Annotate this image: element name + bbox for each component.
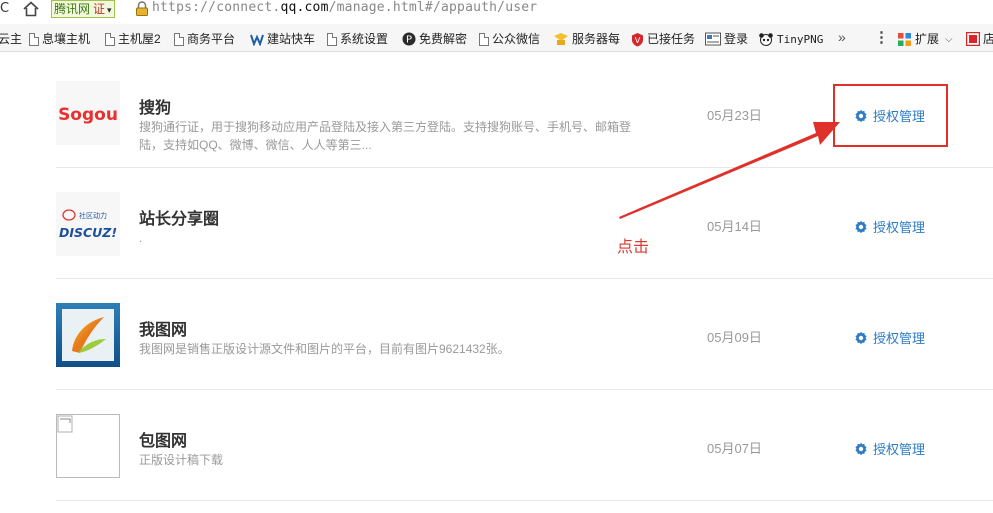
- lock-icon: [136, 1, 148, 16]
- app-description: 我图网是销售正版设计源文件和图片的平台，目前有图片9621432张。: [139, 342, 510, 356]
- manage-authorization-button[interactable]: 授权管理: [854, 439, 925, 458]
- ooopic-logo: [56, 303, 120, 367]
- bookmarks-overflow-button[interactable]: »: [838, 29, 846, 45]
- bookmark-label: 主机屋2: [118, 31, 161, 46]
- chevron-down-icon: ▾: [107, 6, 112, 16]
- svg-text:V: V: [635, 36, 641, 45]
- page-icon: [29, 32, 39, 46]
- url-path: /manage.html#/appauth/user: [328, 0, 538, 15]
- page-icon: [327, 32, 337, 46]
- bookmark-label: 云主: [0, 31, 23, 46]
- bookmark-item[interactable]: 公众微信: [479, 31, 540, 47]
- annotation-highlight-box: [833, 84, 948, 147]
- authorized-date: 05月07日: [707, 441, 762, 456]
- authorized-date: 05月23日: [707, 108, 762, 123]
- svg-text:DISCUZ!: DISCUZ!: [59, 225, 117, 240]
- site-identity-badge[interactable]: 腾讯网证 ▾: [51, 0, 115, 18]
- url-prefix: https://connect.: [152, 0, 281, 15]
- bookmark-item[interactable]: 主机屋2: [105, 31, 161, 47]
- sogou-logo: Sogou: [56, 81, 120, 145]
- bookmark-label: 已接任务: [647, 31, 696, 46]
- app-description: .: [139, 231, 143, 245]
- site-name: 腾讯网: [54, 2, 91, 16]
- authorized-date: 05月14日: [707, 219, 762, 234]
- bookmark-item[interactable]: 建站快车: [250, 31, 315, 47]
- list-item: 我图网 我图网是销售正版设计源文件和图片的平台，目前有图片9621432张。 0…: [56, 279, 993, 390]
- app-name: 包图网: [139, 433, 188, 450]
- bookmark-item[interactable]: P 免费解密: [402, 31, 467, 47]
- app-name: 站长分享圈: [139, 211, 220, 228]
- annotation-text: 点击: [617, 239, 650, 256]
- bookmark-label: 店: [983, 31, 993, 46]
- bookmark-label: 登录: [724, 31, 749, 46]
- manage-authorization-button[interactable]: 授权管理: [854, 217, 925, 236]
- gear-icon: [855, 331, 867, 344]
- bookmark-item[interactable]: 店: [966, 31, 993, 47]
- bookmark-label: 建站快车: [267, 31, 316, 46]
- bookmark-item[interactable]: 服务器每: [553, 31, 620, 47]
- bookmarks-bar: 云主 息壤主机 主机屋2 商务平台 建站快车 系统设置 P 免费解密 公众微信 …: [0, 24, 993, 52]
- list-item: 包图网 正版设计稿下载 05月07日 授权管理: [56, 390, 993, 501]
- page-icon: [479, 32, 489, 46]
- bookmark-label: 公众微信: [492, 31, 541, 46]
- app-description: 搜狗通行证，用于搜狗移动应用产品登陆及接入第三方登陆。支持搜狗账号、手机号、邮箱…: [139, 120, 632, 152]
- gear-icon: [855, 442, 867, 455]
- bookmark-item[interactable]: TinyPNG: [758, 31, 823, 47]
- login-icon: [705, 32, 721, 46]
- manage-authorization-label: 授权管理: [873, 220, 926, 235]
- svg-text:社区动力: 社区动力: [79, 211, 107, 220]
- discuz-logo: 社区动力 DISCUZ!: [56, 192, 120, 256]
- page-icon: [105, 32, 115, 46]
- panda-icon: [759, 33, 773, 46]
- bookmark-label: TinyPNG: [777, 32, 824, 46]
- extensions-menu[interactable]: 扩展 ⌵: [897, 31, 953, 47]
- home-icon[interactable]: [22, 0, 40, 18]
- url-field[interactable]: https://connect.qq.com/manage.html#/appa…: [152, 0, 537, 15]
- list-item: 社区动力 DISCUZ! 站长分享圈 . 05月14日 授权管理: [56, 168, 993, 279]
- app-name: 我图网: [139, 322, 188, 339]
- bookmark-label: 系统设置: [340, 31, 389, 46]
- manage-authorization-label: 授权管理: [873, 331, 926, 346]
- extensions-icon: [898, 32, 911, 46]
- bookmark-item[interactable]: 登录: [705, 31, 748, 47]
- reload-icon[interactable]: C: [0, 1, 9, 16]
- broken-image-icon: [56, 414, 120, 478]
- task-icon: V: [632, 32, 643, 46]
- gear-icon: [855, 220, 867, 233]
- bookmark-label: 扩展: [915, 31, 940, 46]
- decrypt-icon: P: [402, 32, 416, 46]
- app-description: 正版设计稿下载: [139, 453, 224, 467]
- manage-authorization-label: 授权管理: [873, 442, 926, 457]
- cert-label: 证: [93, 2, 106, 16]
- chevron-down-icon: ⌵: [945, 33, 953, 45]
- bookmark-label: 免费解密: [419, 31, 468, 46]
- store-icon: [966, 32, 980, 46]
- page-icon: [174, 32, 184, 46]
- bookmark-item[interactable]: 云主: [0, 31, 22, 47]
- authorized-date: 05月09日: [707, 330, 762, 345]
- url-domain: qq.com: [280, 0, 329, 15]
- bookmark-item[interactable]: 息壤主机: [29, 31, 90, 47]
- bookmark-label: 服务器每: [572, 31, 621, 46]
- bookmark-item[interactable]: 系统设置: [327, 31, 388, 47]
- app-name: 搜狗: [139, 100, 172, 117]
- svg-text:Sogou: Sogou: [58, 105, 118, 125]
- bookmark-label: 商务平台: [187, 31, 236, 46]
- address-bar: C 腾讯网证 ▾ https://connect.qq.com/manage.ht…: [0, 0, 993, 22]
- manage-authorization-button[interactable]: 授权管理: [854, 328, 925, 347]
- server-icon: [554, 33, 568, 45]
- svg-text:P: P: [406, 35, 412, 46]
- jianzhan-icon: [250, 33, 264, 46]
- bookmark-label: 息壤主机: [42, 31, 91, 46]
- menu-kebab-icon[interactable]: ⋮: [874, 28, 889, 46]
- bookmark-item[interactable]: 商务平台: [174, 31, 235, 47]
- bookmark-item[interactable]: V 已接任务: [631, 31, 695, 47]
